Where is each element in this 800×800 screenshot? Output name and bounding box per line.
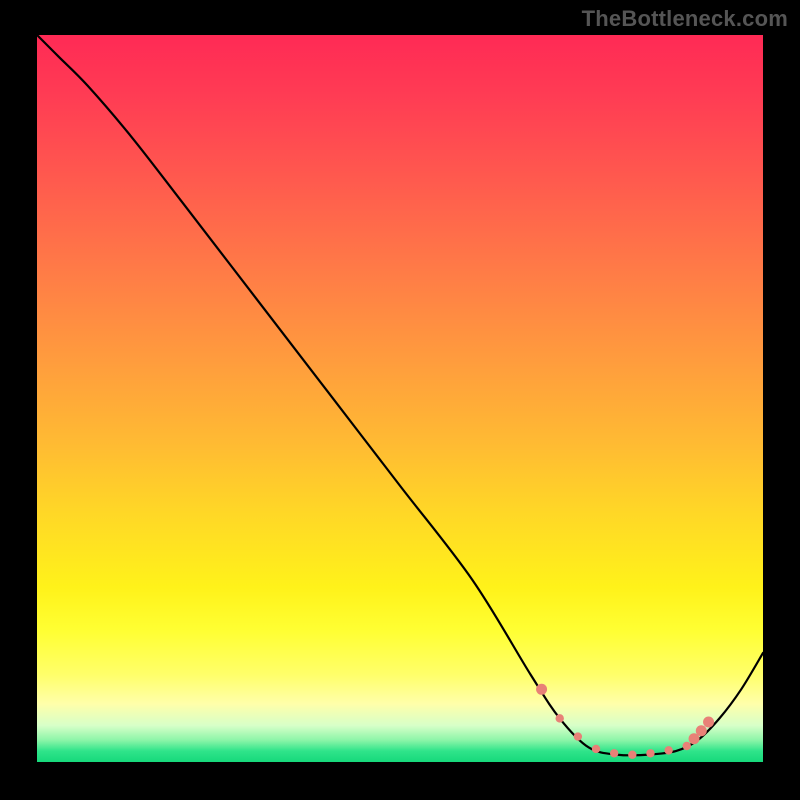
marker-dot bbox=[703, 717, 714, 728]
bottleneck-curve bbox=[37, 35, 763, 755]
marker-dot bbox=[664, 746, 672, 754]
marker-dot bbox=[646, 749, 654, 757]
marker-dot bbox=[628, 751, 636, 759]
marker-dot bbox=[683, 742, 691, 750]
marker-dot bbox=[610, 749, 618, 757]
marker-dot bbox=[536, 684, 547, 695]
marker-dot bbox=[592, 745, 600, 753]
plot-area bbox=[37, 35, 763, 762]
marker-dot bbox=[556, 714, 564, 722]
chart-stage: TheBottleneck.com bbox=[0, 0, 800, 800]
marker-dot bbox=[696, 725, 707, 736]
marker-dot bbox=[574, 732, 582, 740]
watermark-text: TheBottleneck.com bbox=[582, 6, 788, 32]
chart-svg bbox=[37, 35, 763, 762]
